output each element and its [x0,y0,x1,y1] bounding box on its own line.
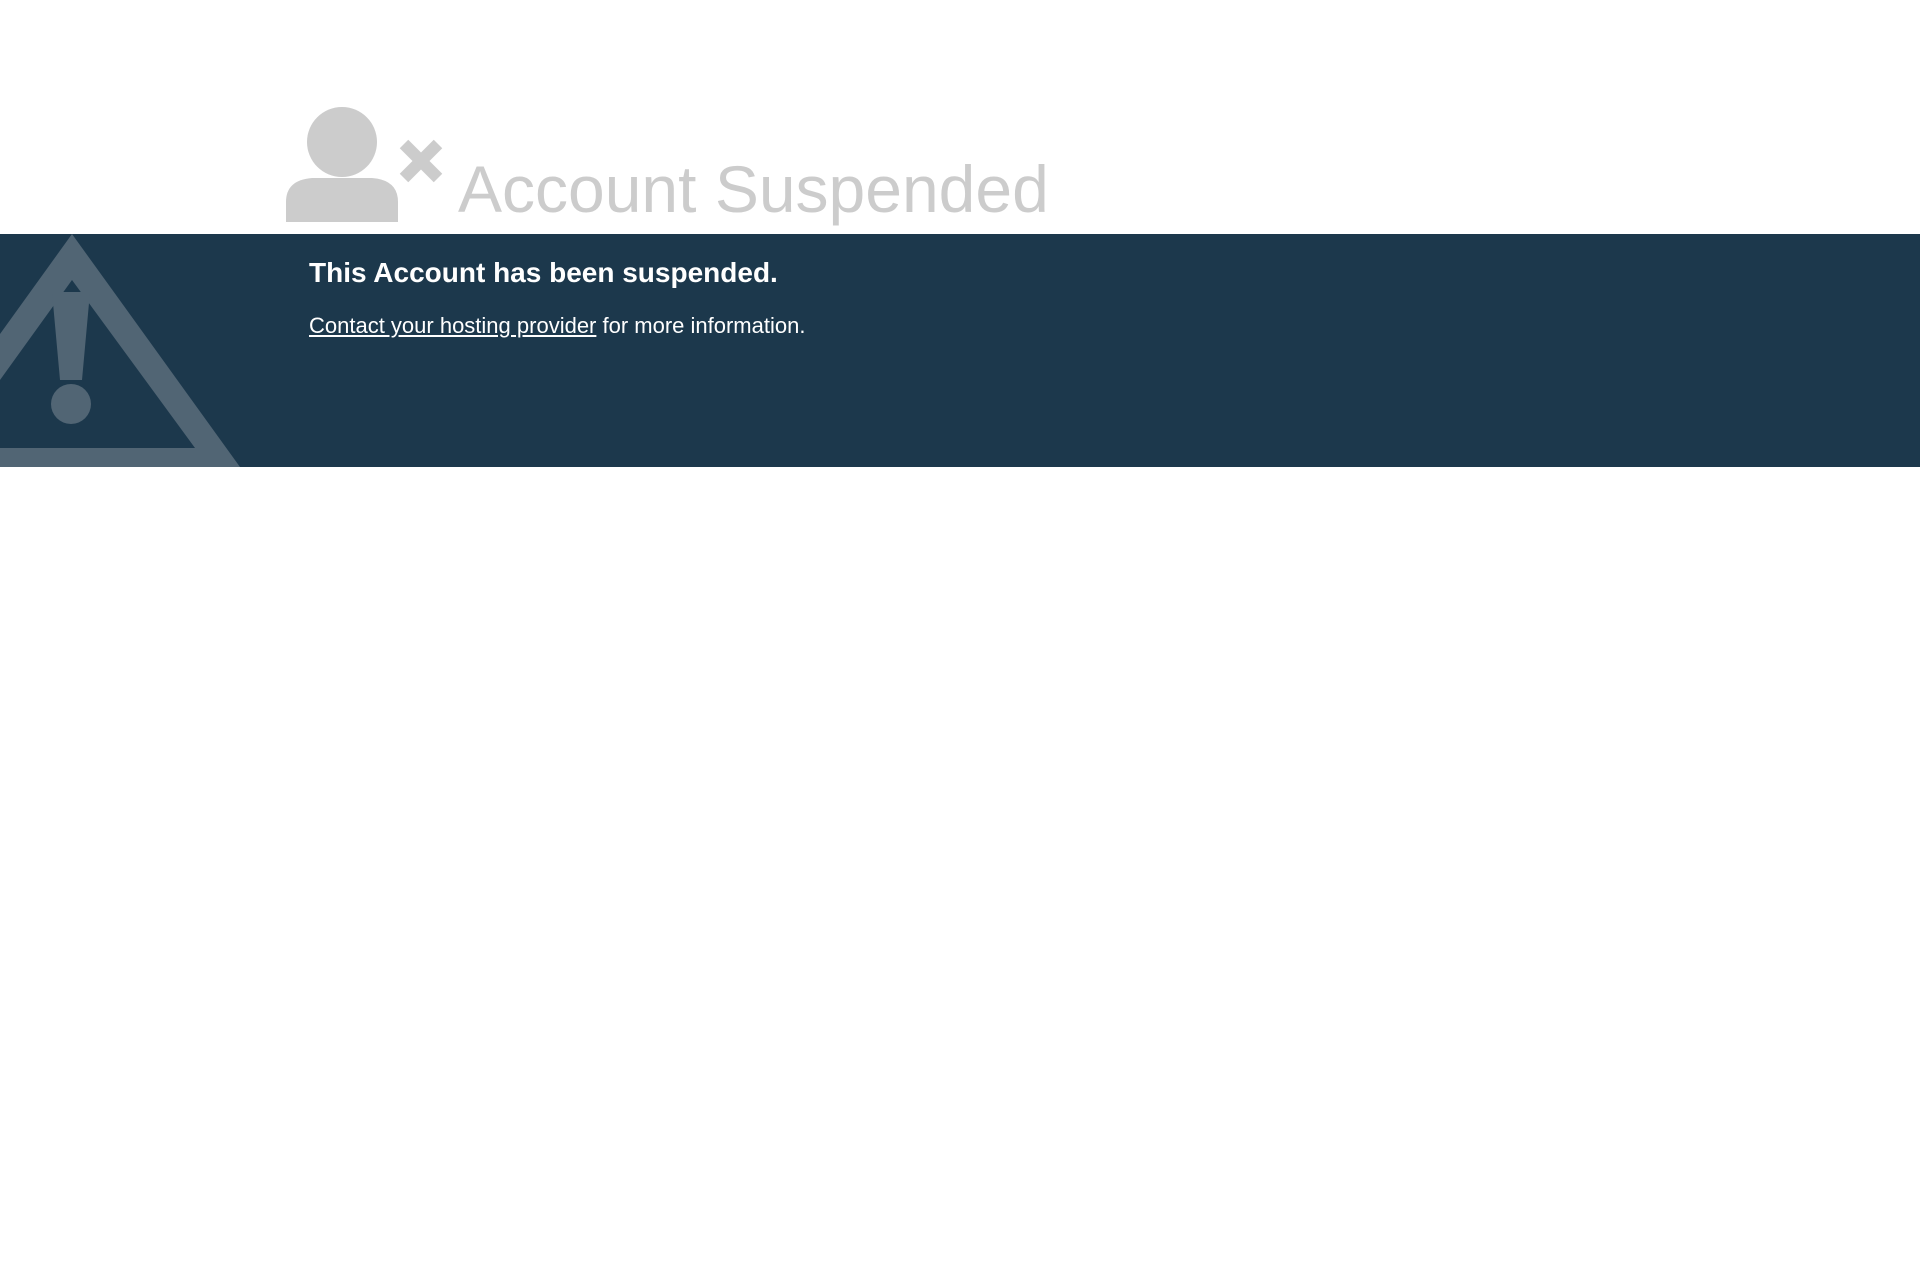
exclamation-bar-shape [52,292,90,380]
banner-content: This Account has been suspended. Contact… [309,256,805,340]
suspension-banner: This Account has been suspended. Contact… [0,234,1920,467]
warning-triangle-shape [0,234,240,467]
warning-icon [0,234,240,467]
contact-message-trailing: for more information. [596,313,806,338]
suspension-heading: This Account has been suspended. [309,257,778,288]
contact-hosting-provider-link[interactable]: Contact your hosting provider [309,313,596,338]
x-mark-shape [399,139,443,183]
page-title: Account Suspended [458,152,1049,226]
contact-message: Contact your hosting provider for more i… [309,312,805,340]
user-suspended-icon [286,107,443,222]
suspended-page: Account Suspended This Account has been … [0,0,1920,1280]
exclamation-dot-shape [51,384,91,424]
page-header: Account Suspended [0,0,1920,234]
user-head-shape [307,107,377,177]
user-body-shape [286,178,398,222]
